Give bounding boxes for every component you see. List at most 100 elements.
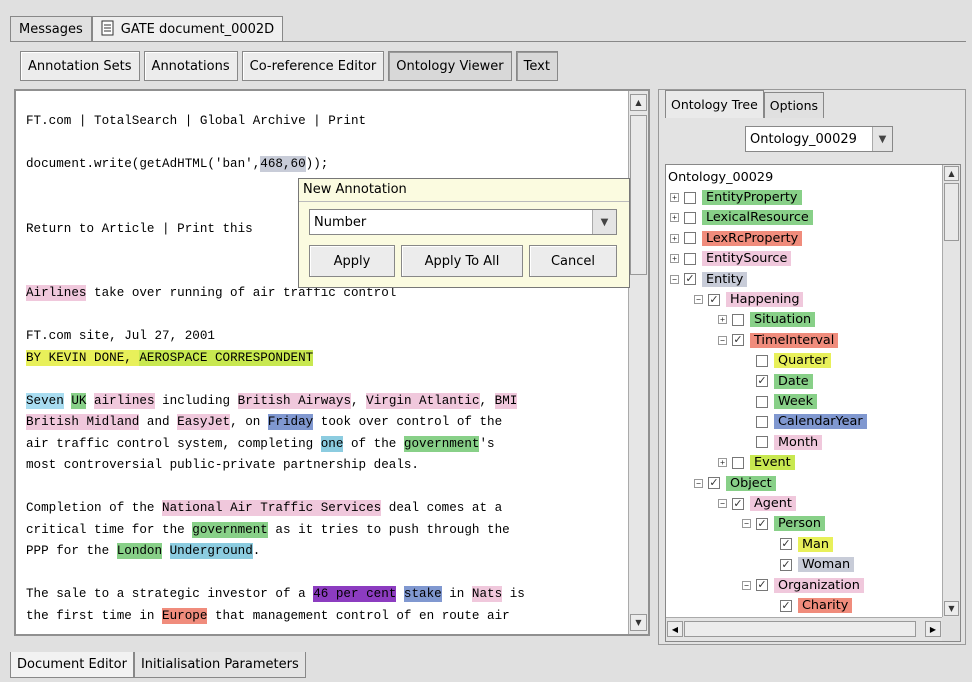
tree-node-month[interactable]: Month <box>742 432 823 452</box>
annotation-highlight[interactable]: British Midland <box>26 414 140 430</box>
checked-checkbox[interactable]: ✓ <box>732 497 744 510</box>
tab-ontology-tree[interactable]: Ontology Tree <box>665 90 764 118</box>
annotation-highlight[interactable]: stake <box>403 586 442 602</box>
document-text-area[interactable]: FT.com | TotalSearch | Global Archive | … <box>16 91 628 634</box>
annotation-highlight[interactable]: government <box>192 521 268 538</box>
expand-icon[interactable]: + <box>718 458 727 468</box>
tree-node-man[interactable]: ✓ Man <box>766 534 833 554</box>
annotation-highlight[interactable]: 46 per cent <box>313 586 397 602</box>
collapse-icon[interactable]: − <box>670 274 679 284</box>
tree-node-date[interactable]: ✓ Date <box>742 371 813 391</box>
expand-icon[interactable]: + <box>670 193 679 202</box>
checked-checkbox[interactable]: ✓ <box>756 579 768 592</box>
collapse-icon[interactable]: − <box>718 499 727 508</box>
tree-node-calendaryear[interactable]: CalendarYear <box>742 412 867 432</box>
tree-node-organization[interactable]: − ✓ Organization <box>742 575 864 595</box>
tree-node-event[interactable]: + Event <box>718 453 795 473</box>
editor-vertical-scrollbar[interactable]: ▲ ▼ <box>628 91 648 634</box>
cancel-button[interactable]: Cancel <box>529 245 617 277</box>
unchecked-checkbox[interactable] <box>756 415 768 428</box>
tab-document-editor[interactable]: Document Editor <box>10 652 134 678</box>
scroll-up-icon[interactable]: ▲ <box>630 94 647 111</box>
annotation-highlight[interactable]: Airlines <box>26 285 87 301</box>
tree-node-entitysource[interactable]: + EntitySource <box>670 249 792 269</box>
annotation-highlight[interactable]: 468,60 <box>260 156 306 172</box>
annotation-highlight[interactable]: BY KEVIN DONE, <box>26 349 140 366</box>
annotations-button[interactable]: Annotations <box>143 51 238 81</box>
collapse-icon[interactable]: − <box>694 295 703 304</box>
chevron-down-icon[interactable]: ▼ <box>592 210 616 234</box>
tab-options[interactable]: Options <box>763 92 825 118</box>
annotation-highlight[interactable]: London <box>116 543 163 559</box>
checked-checkbox[interactable]: ✓ <box>708 477 720 490</box>
tree-node-timeinterval[interactable]: − ✓ TimeInterval <box>718 330 839 350</box>
collapse-icon[interactable]: − <box>742 580 751 590</box>
ontology-select[interactable]: Ontology_00029 ▼ <box>745 126 893 152</box>
apply-button[interactable]: Apply <box>309 245 395 277</box>
annotation-highlight[interactable]: UK <box>71 392 87 409</box>
chevron-down-icon[interactable]: ▼ <box>872 127 892 151</box>
tree-node-lexrcproperty[interactable]: + LexRcProperty <box>670 228 803 248</box>
annotation-sets-button[interactable]: Annotation Sets <box>20 51 140 81</box>
annotation-highlight[interactable]: Seven <box>26 392 64 409</box>
tree-node-quarter[interactable]: Quarter <box>742 351 832 371</box>
tree-node-agent[interactable]: − ✓ Agent <box>718 494 796 514</box>
annotation-highlight[interactable]: one <box>320 435 344 452</box>
checked-checkbox[interactable]: ✓ <box>780 558 792 571</box>
tree-node-week[interactable]: Week <box>742 392 818 412</box>
annotation-highlight[interactable]: Europe <box>162 607 208 624</box>
tree-node-entity[interactable]: − ✓ Entity <box>670 269 748 289</box>
unchecked-checkbox[interactable] <box>756 354 768 367</box>
checked-checkbox[interactable]: ✓ <box>708 293 720 306</box>
annotation-highlight[interactable]: Nats <box>471 586 503 602</box>
coreference-editor-button[interactable]: Co-reference Editor <box>241 51 385 81</box>
unchecked-checkbox[interactable] <box>732 456 744 469</box>
tree-root[interactable]: Ontology_00029 <box>668 167 773 187</box>
tree-scroll-thumb[interactable] <box>944 183 959 241</box>
collapse-icon[interactable]: − <box>718 335 727 345</box>
annotation-highlight[interactable]: Virgin Atlantic <box>366 392 480 409</box>
tree-node-woman[interactable]: ✓ Woman <box>766 555 855 575</box>
checked-checkbox[interactable]: ✓ <box>684 273 696 286</box>
annotation-type-select[interactable]: Number ▼ <box>309 209 617 235</box>
tree-node-person[interactable]: − ✓ Person <box>742 514 826 534</box>
tree-node-charity[interactable]: ✓ Charity <box>766 596 853 616</box>
collapse-icon[interactable]: − <box>742 519 751 529</box>
unchecked-checkbox[interactable] <box>756 436 768 449</box>
tab-initialisation-parameters[interactable]: Initialisation Parameters <box>133 652 306 678</box>
annotation-highlight[interactable]: AEROSPACE CORRESPONDENT <box>139 349 314 366</box>
checked-checkbox[interactable]: ✓ <box>780 538 792 551</box>
scroll-right-icon[interactable]: ▶ <box>925 621 941 637</box>
unchecked-checkbox[interactable] <box>732 313 744 326</box>
unchecked-checkbox[interactable] <box>756 395 768 408</box>
tab-gate-document[interactable]: GATE document_0002D <box>91 16 284 42</box>
unchecked-checkbox[interactable] <box>684 211 696 224</box>
expand-icon[interactable]: + <box>670 233 679 243</box>
annotation-highlight[interactable]: National Air Traffic Services <box>162 500 382 516</box>
checked-checkbox[interactable]: ✓ <box>756 375 768 388</box>
unchecked-checkbox[interactable] <box>684 232 696 245</box>
annotation-highlight[interactable]: EasyJet <box>177 414 231 430</box>
annotation-highlight[interactable]: airlines <box>94 392 155 409</box>
expand-icon[interactable]: + <box>718 315 727 325</box>
tab-messages[interactable]: Messages <box>10 16 92 42</box>
text-button[interactable]: Text <box>515 51 558 81</box>
checked-checkbox[interactable]: ✓ <box>780 599 792 612</box>
expand-icon[interactable]: + <box>670 254 679 264</box>
expand-icon[interactable]: + <box>670 213 679 223</box>
collapse-icon[interactable]: − <box>694 478 703 488</box>
tree-horizontal-scrollbar[interactable]: ◀ ▶ <box>666 617 942 641</box>
apply-to-all-button[interactable]: Apply To All <box>401 245 523 277</box>
annotation-highlight[interactable]: BMI <box>494 392 518 409</box>
scroll-up-icon[interactable]: ▲ <box>944 166 959 181</box>
ontology-viewer-button[interactable]: Ontology Viewer <box>388 51 512 81</box>
tree-node-lexicalresource[interactable]: + LexicalResource <box>670 208 813 228</box>
tree-node-entityproperty[interactable]: + EntityProperty <box>670 188 802 208</box>
tree-hscroll-thumb[interactable] <box>684 621 916 637</box>
annotation-highlight[interactable]: government <box>403 435 480 452</box>
scroll-down-icon[interactable]: ▼ <box>944 601 959 616</box>
editor-scroll-thumb[interactable] <box>630 115 647 275</box>
annotation-highlight[interactable]: Underground <box>169 543 253 559</box>
unchecked-checkbox[interactable] <box>684 191 696 204</box>
scroll-left-icon[interactable]: ◀ <box>667 621 683 637</box>
